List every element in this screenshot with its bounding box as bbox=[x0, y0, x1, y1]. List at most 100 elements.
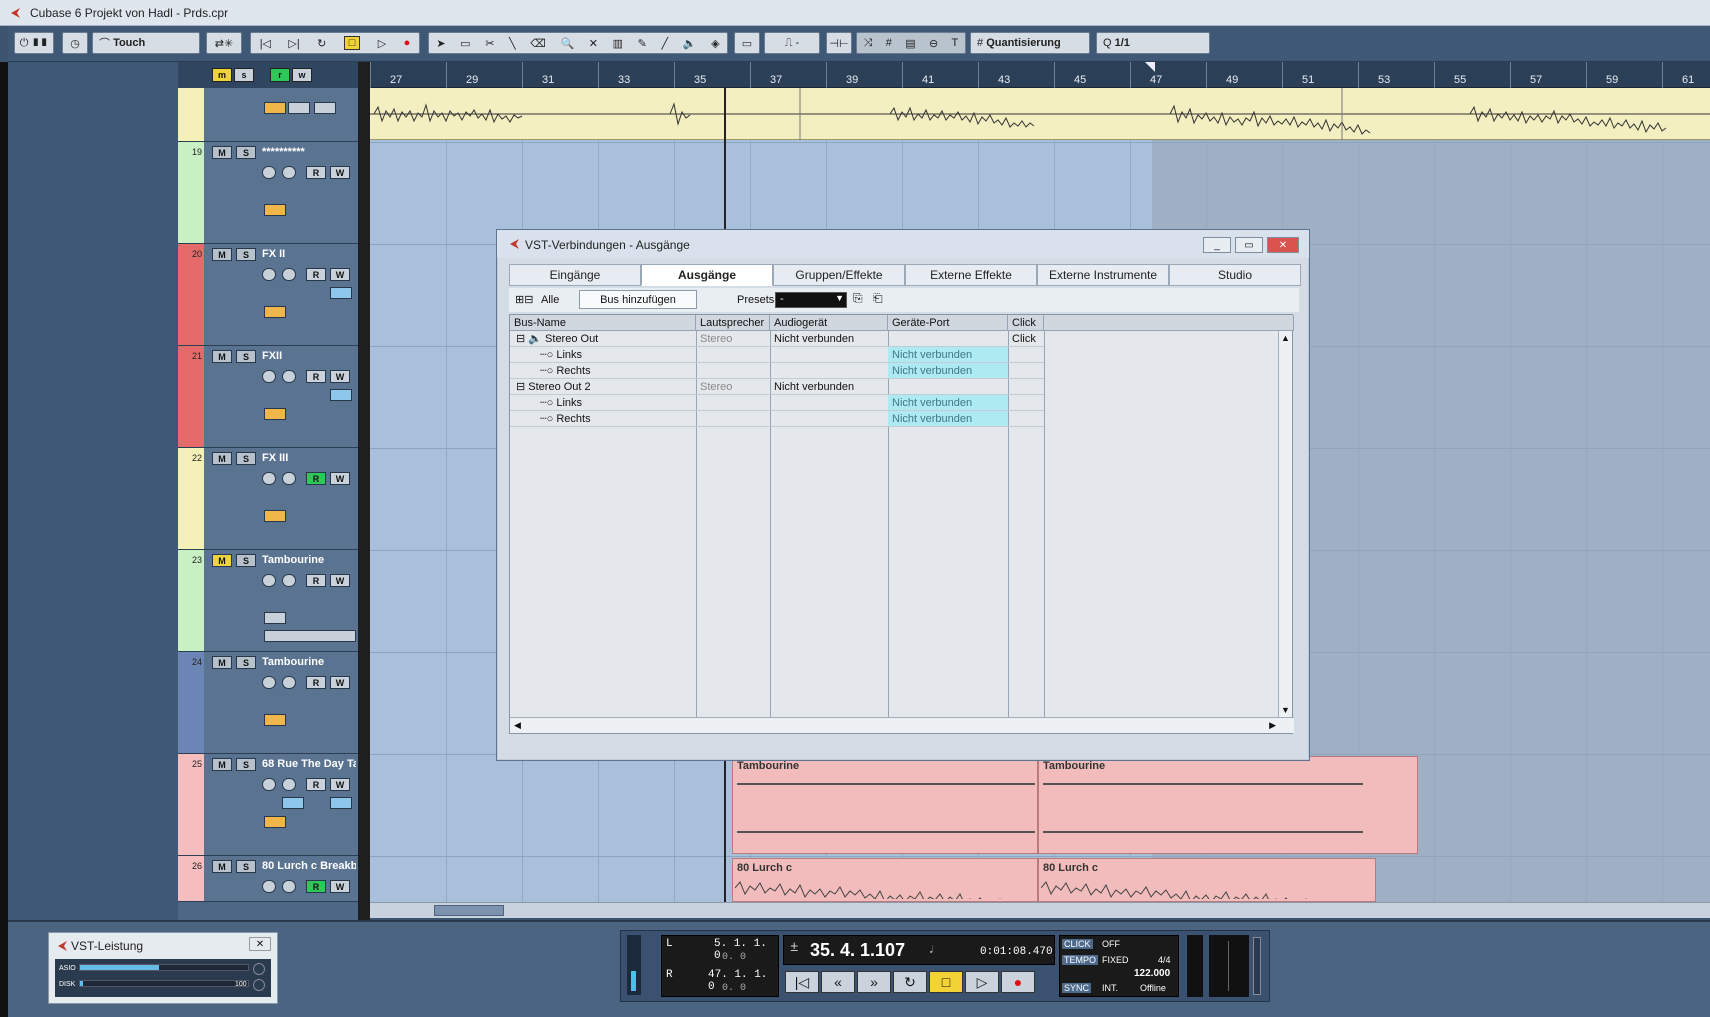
stop-button[interactable]: □ bbox=[929, 971, 963, 993]
solo-button[interactable]: S bbox=[236, 758, 256, 771]
line-tool-icon[interactable]: ╱ bbox=[662, 37, 669, 50]
write-automation-button[interactable]: W bbox=[330, 472, 350, 485]
play-button[interactable]: ▷ bbox=[965, 971, 999, 993]
stop-icon[interactable]: □ bbox=[343, 36, 361, 50]
activate-project-button[interactable]: ⏻ ▮▮ bbox=[14, 32, 54, 54]
zoom-tool-icon[interactable]: 🔍 bbox=[560, 37, 574, 50]
cycle-button[interactable]: ↻ bbox=[893, 971, 927, 993]
channel-eq-button[interactable] bbox=[282, 797, 304, 809]
transport-panel[interactable]: L 5. 1. 1. 0 0. 0 R 47. 1. 1. 0 0. 0 ± 3… bbox=[620, 930, 1270, 1002]
solo-button[interactable]: S bbox=[236, 656, 256, 669]
read-automation-button[interactable]: R bbox=[306, 574, 326, 587]
table-horizontal-scrollbar[interactable]: ◀ ▶ bbox=[510, 717, 1294, 733]
table-cell-port[interactable] bbox=[888, 379, 1008, 395]
secondary-time[interactable]: 0:01:08.470 bbox=[980, 946, 1053, 958]
table-row-channel[interactable]: ┄○ Rechts bbox=[510, 411, 696, 427]
tab-studio[interactable]: Studio bbox=[1169, 264, 1301, 286]
channel-settings-button[interactable] bbox=[330, 287, 352, 299]
mute-button[interactable]: M bbox=[212, 554, 232, 567]
collapse-icon[interactable]: ⊟ bbox=[516, 381, 525, 393]
edit-channel-button[interactable] bbox=[264, 204, 286, 216]
quantize-value-select[interactable]: Q 1/1 bbox=[1096, 32, 1210, 54]
scrollbar-thumb[interactable] bbox=[434, 905, 504, 916]
track-24[interactable]: 24 M S Tambourine R W bbox=[178, 652, 358, 754]
glue-tool-icon[interactable]: ╲ bbox=[509, 37, 516, 50]
tempo-label[interactable]: TEMPO bbox=[1062, 955, 1099, 965]
record-enable-button[interactable] bbox=[262, 574, 276, 587]
autoscroll-button[interactable]: ⇄✳ bbox=[206, 32, 242, 54]
monitor-button[interactable] bbox=[282, 166, 296, 179]
draw-tool-icon[interactable]: ✎ bbox=[638, 37, 647, 50]
tab-externe-effekte[interactable]: Externe Effekte bbox=[905, 264, 1037, 286]
scroll-left-icon[interactable]: ◀ bbox=[514, 720, 521, 731]
track-20[interactable]: 20 M S FX II R W bbox=[178, 244, 358, 346]
all-label[interactable]: Alle bbox=[541, 294, 559, 306]
mute-tool-icon[interactable]: ✕ bbox=[589, 37, 598, 50]
record-enable-button[interactable] bbox=[262, 778, 276, 791]
minimize-button[interactable]: _ bbox=[1203, 237, 1231, 253]
cycle-icon[interactable]: ↻ bbox=[317, 37, 326, 50]
table-cell-click[interactable]: Click bbox=[1008, 331, 1044, 347]
disk-overload-indicator[interactable] bbox=[253, 979, 265, 991]
audio-part-lurch-2[interactable]: 80 Lurch c bbox=[1038, 858, 1376, 902]
audio-part-tambourine-2[interactable]: Tambourine bbox=[1038, 756, 1418, 854]
mute-button[interactable]: M bbox=[212, 452, 232, 465]
rewind-button[interactable]: « bbox=[821, 971, 855, 993]
table-row-channel[interactable]: ┄○ Rechts bbox=[510, 363, 696, 379]
plus-minus-icon[interactable]: ± bbox=[790, 940, 798, 956]
column-header-audio-device[interactable]: Audiogerät bbox=[770, 315, 888, 331]
overload-indicator[interactable] bbox=[253, 963, 265, 975]
expand-collapse-icon[interactable]: ⊞⊟ bbox=[515, 293, 533, 306]
write-automation-button[interactable]: W bbox=[330, 778, 350, 791]
quantize-mode-select[interactable]: # Quantisierung bbox=[970, 32, 1090, 54]
write-automation-button[interactable]: W bbox=[330, 268, 350, 281]
time-signature[interactable]: 4/4 bbox=[1158, 955, 1171, 965]
monitor-button[interactable] bbox=[282, 268, 296, 281]
record-enable-button[interactable] bbox=[262, 268, 276, 281]
goto-start-button[interactable]: |◁ bbox=[785, 971, 819, 993]
record-enable-button[interactable] bbox=[262, 676, 276, 689]
write-automation-button[interactable]: W bbox=[330, 370, 350, 383]
save-preset-icon[interactable]: ⎘ bbox=[853, 291, 863, 306]
track-23[interactable]: 23 M S Tambourine R W bbox=[178, 550, 358, 652]
table-row-bus-name[interactable]: ⊟ Stereo Out 2 bbox=[510, 379, 696, 395]
tracklist-divider[interactable] bbox=[358, 62, 370, 920]
monitor-button[interactable] bbox=[282, 370, 296, 383]
edit-channel-button[interactable] bbox=[264, 102, 286, 114]
global-mute-indicator[interactable]: m bbox=[212, 68, 232, 82]
sync-label[interactable]: SYNC bbox=[1062, 983, 1092, 993]
timewarp-tool-icon[interactable]: ▥ bbox=[613, 37, 623, 50]
table-row-channel[interactable]: ┄○ Links bbox=[510, 395, 696, 411]
output-level-slider[interactable] bbox=[1253, 937, 1261, 995]
table-cell-port[interactable]: Nicht verbunden bbox=[888, 363, 1008, 379]
channel-settings-button[interactable] bbox=[330, 797, 352, 809]
edit-channel-button[interactable] bbox=[264, 714, 286, 726]
split-tool-icon[interactable]: ✂ bbox=[485, 37, 494, 50]
position-display[interactable]: ± 35. 4. 1.107 ♩ 0:01:08.470 bbox=[783, 935, 1055, 965]
column-header-bus-name[interactable]: Bus-Name bbox=[510, 315, 696, 331]
vst-connections-dialog[interactable]: VST-Verbindungen - Ausgänge _ ▭ ✕ Eingän… bbox=[496, 229, 1310, 761]
mute-button[interactable]: M bbox=[212, 656, 232, 669]
color-menu-button[interactable]: ▭ bbox=[734, 32, 760, 54]
solo-button[interactable]: S bbox=[236, 860, 256, 873]
write-automation-button[interactable]: W bbox=[330, 880, 350, 893]
speaker-tool-icon[interactable]: 🔈 bbox=[683, 37, 697, 50]
audio-part-tambourine-1[interactable]: Tambourine bbox=[732, 756, 1038, 854]
tempo-bpm[interactable]: 122.000 bbox=[1134, 968, 1170, 979]
range-tool-icon[interactable]: ▭ bbox=[460, 37, 470, 50]
scroll-up-icon[interactable]: ▲ bbox=[1281, 333, 1290, 343]
global-solo-indicator[interactable]: s bbox=[234, 68, 254, 82]
mute-button[interactable]: M bbox=[212, 758, 232, 771]
channel-inserts-button[interactable] bbox=[314, 102, 336, 114]
automation-mode-select[interactable]: ⌒ Touch bbox=[92, 32, 200, 54]
record-icon[interactable]: ● bbox=[404, 37, 411, 49]
record-enable-button[interactable] bbox=[262, 472, 276, 485]
collapse-icon[interactable]: ⊟ bbox=[516, 333, 525, 345]
close-button[interactable]: ✕ bbox=[1267, 237, 1299, 253]
table-cell-device[interactable]: Nicht verbunden bbox=[770, 331, 888, 347]
tab-gruppen-effekte[interactable]: Gruppen/Effekte bbox=[773, 264, 905, 286]
monitor-button[interactable] bbox=[282, 574, 296, 587]
table-cell-port[interactable] bbox=[888, 331, 1008, 347]
mute-button[interactable]: M bbox=[212, 860, 232, 873]
read-automation-button[interactable]: R bbox=[306, 778, 326, 791]
